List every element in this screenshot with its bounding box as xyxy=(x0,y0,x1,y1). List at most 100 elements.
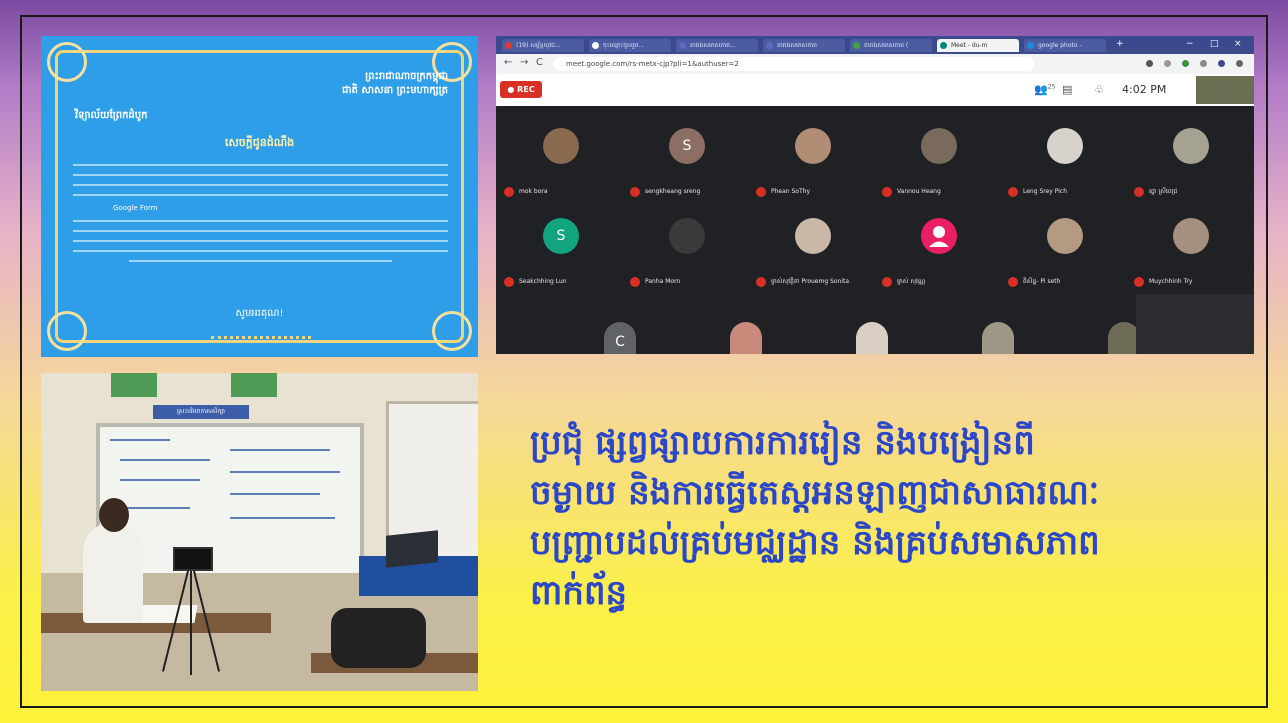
national-motto: ព្រះរាជាណាចក្រកម្ពុជា ជាតិ សាសនា ព្រះមហា… xyxy=(342,70,448,98)
extension-icon[interactable] xyxy=(1146,60,1153,67)
participant-name: Phean SoThy xyxy=(756,181,810,197)
tab-favicon-icon xyxy=(940,42,947,49)
participant-tile[interactable]: ម្ចាស់ សុវណ្ណ xyxy=(878,198,1002,288)
participant-tile[interactable]: ម្ចាស់សុវត្ថិតា Prouemg Sonita xyxy=(752,198,876,288)
participant-tile[interactable]: រដ្ឋា ស្រីពេជ្រ xyxy=(1130,108,1254,198)
tab-label: ចុះឈ្មោះចូលរួម... xyxy=(603,42,645,49)
back-icon[interactable]: ← xyxy=(504,57,512,68)
self-view-camera xyxy=(1196,76,1254,104)
participant-avatar[interactable] xyxy=(982,322,1014,354)
tripod xyxy=(161,558,221,675)
muted-mic-icon xyxy=(1008,186,1018,197)
headline-line: ចម្ងាយ និងការធ្វើតេស្តអនឡាញជាសាធារណៈ xyxy=(530,473,1100,513)
muted-mic-icon xyxy=(756,276,766,287)
participant-tile[interactable]: ពិសិដ្ឋ- Pi seth xyxy=(1004,198,1128,288)
reload-icon[interactable]: C xyxy=(536,57,543,68)
participant-name: ម្ចាស់សុវត្ថិតា Prouemg Sonita xyxy=(756,271,849,287)
participant-name: Leng Srey Pich xyxy=(1008,181,1067,197)
tab-label: តារាងសមាសភាព... xyxy=(690,42,736,49)
tab-favicon-icon xyxy=(853,42,860,49)
muted-mic-icon xyxy=(630,276,640,287)
browser-tab[interactable]: តារាងសមាសភាព ( xyxy=(850,39,932,52)
backpack xyxy=(331,608,426,668)
participant-tile[interactable] xyxy=(1136,294,1254,354)
participant-avatar[interactable] xyxy=(730,322,762,354)
participant-avatar xyxy=(795,128,831,164)
participant-avatar[interactable] xyxy=(856,322,888,354)
maximize-button[interactable]: □ xyxy=(1210,39,1219,49)
tab-favicon-icon xyxy=(766,42,773,49)
browser-tab[interactable]: Meet - du-m xyxy=(937,39,1019,52)
announcement-body: Google Form xyxy=(73,156,448,270)
closing-text: សូមអរគុណ! xyxy=(235,308,284,319)
participant-tile[interactable]: Muychhinh Try xyxy=(1130,198,1254,288)
participants-icon[interactable]: 👥25 xyxy=(1034,83,1055,96)
teacher-head xyxy=(99,498,129,532)
meet-header: ● REC 👥25 ▤ ♧ 4:02 PM xyxy=(496,74,1254,106)
participant-tile[interactable]: mok bora xyxy=(500,108,624,198)
window xyxy=(111,373,157,397)
browser-tab[interactable]: តារាងសមាសភាព xyxy=(763,39,845,52)
extension-icon[interactable] xyxy=(1182,60,1189,67)
participant-name: Muychhinh Try xyxy=(1134,271,1192,287)
participant-name: sengkheang sreng xyxy=(630,181,700,197)
headline-line: ពាក់ព័ន្ធ xyxy=(530,573,628,613)
menu-icon[interactable] xyxy=(1236,60,1243,67)
new-tab-button[interactable]: + xyxy=(1116,39,1124,49)
google-meet-screenshot: (19) សម្ព័ន្ធយុវជ... ចុះឈ្មោះចូលរួម... តារ… xyxy=(496,36,1254,354)
ornament-wave xyxy=(211,326,311,339)
profile-icon[interactable] xyxy=(1218,60,1225,67)
participant-avatar[interactable]: C xyxy=(604,322,636,354)
laptop xyxy=(386,530,438,568)
school-name: វិទ្យាល័យព្រែកដំបូក xyxy=(75,110,148,121)
tab-label: តារាងសមាសភាព ( xyxy=(864,42,909,49)
browser-tab[interactable]: google photo - xyxy=(1024,39,1106,52)
participant-name: mok bora xyxy=(504,181,548,197)
forward-icon[interactable]: → xyxy=(520,57,528,68)
muted-mic-icon xyxy=(1134,276,1144,287)
announcement-image: ព្រះរាជាណាចក្រកម្ពុជា ជាតិ សាសនា ព្រះមហា… xyxy=(41,36,478,357)
extension-icon[interactable] xyxy=(1200,60,1207,67)
participant-avatar xyxy=(921,218,957,254)
chat-icon[interactable]: ▤ xyxy=(1062,83,1072,96)
tab-favicon-icon xyxy=(1027,42,1034,49)
muted-mic-icon xyxy=(630,186,640,197)
participant-avatar xyxy=(1173,218,1209,254)
corner-ornament xyxy=(47,42,87,82)
participant-name: Vannou Heang xyxy=(882,181,941,197)
close-window-button[interactable]: × xyxy=(1234,39,1242,49)
participant-avatar xyxy=(1047,128,1083,164)
tab-label: (19) សម្ព័ន្ធយុវជ... xyxy=(516,42,561,49)
url-field[interactable]: meet.google.com/rs-metx-cjp?pli=1&authus… xyxy=(554,57,1034,71)
tab-favicon-icon xyxy=(679,42,686,49)
slide-headline: ប្រជុំ ផ្សព្វផ្សាយការការរៀន និងបង្រៀនពី … xyxy=(530,418,1250,618)
meeting-clock: 4:02 PM xyxy=(1122,83,1167,96)
address-bar: ← → C meet.google.com/rs-metx-cjp?pli=1&… xyxy=(496,54,1254,74)
muted-mic-icon xyxy=(504,276,514,287)
participant-tile[interactable]: S Seakchhing Lun xyxy=(500,198,624,288)
participant-tile[interactable]: Leng Srey Pich xyxy=(1004,108,1128,198)
teacher xyxy=(83,523,143,623)
muted-mic-icon xyxy=(1008,276,1018,287)
participant-tile[interactable]: Ssengkheang sreng xyxy=(626,108,750,198)
participant-tile[interactable]: Vannou Heang xyxy=(878,108,1002,198)
browser-tab[interactable]: តារាងសមាសភាព... xyxy=(676,39,758,52)
minimize-button[interactable]: − xyxy=(1186,39,1194,49)
classroom-photo: ស្រះបរិយាកាសសិក្សា xyxy=(41,373,478,691)
participant-avatar xyxy=(669,218,705,254)
motto-line: ជាតិ សាសនា ព្រះមហាក្សត្រ xyxy=(342,85,448,96)
phone-on-tripod xyxy=(173,547,213,571)
muted-mic-icon xyxy=(1134,186,1144,197)
headline-line: ប្រជុំ ផ្សព្វផ្សាយការការរៀន និងបង្រៀនពី xyxy=(530,423,1035,463)
motto-line: ព្រះរាជាណាចក្រកម្ពុជា xyxy=(365,71,448,82)
browser-tab[interactable]: ចុះឈ្មោះចូលរួម... xyxy=(589,39,671,52)
muted-mic-icon xyxy=(756,186,766,197)
activities-icon[interactable]: ♧ xyxy=(1094,83,1104,96)
participant-avatar xyxy=(1047,218,1083,254)
participant-tile[interactable]: Panha Morn xyxy=(626,198,750,288)
participant-avatar: S xyxy=(669,128,705,164)
star-icon[interactable] xyxy=(1164,60,1171,67)
participant-avatar xyxy=(543,128,579,164)
participant-tile[interactable]: Phean SoThy xyxy=(752,108,876,198)
browser-tab[interactable]: (19) សម្ព័ន្ធយុវជ... xyxy=(502,39,584,52)
